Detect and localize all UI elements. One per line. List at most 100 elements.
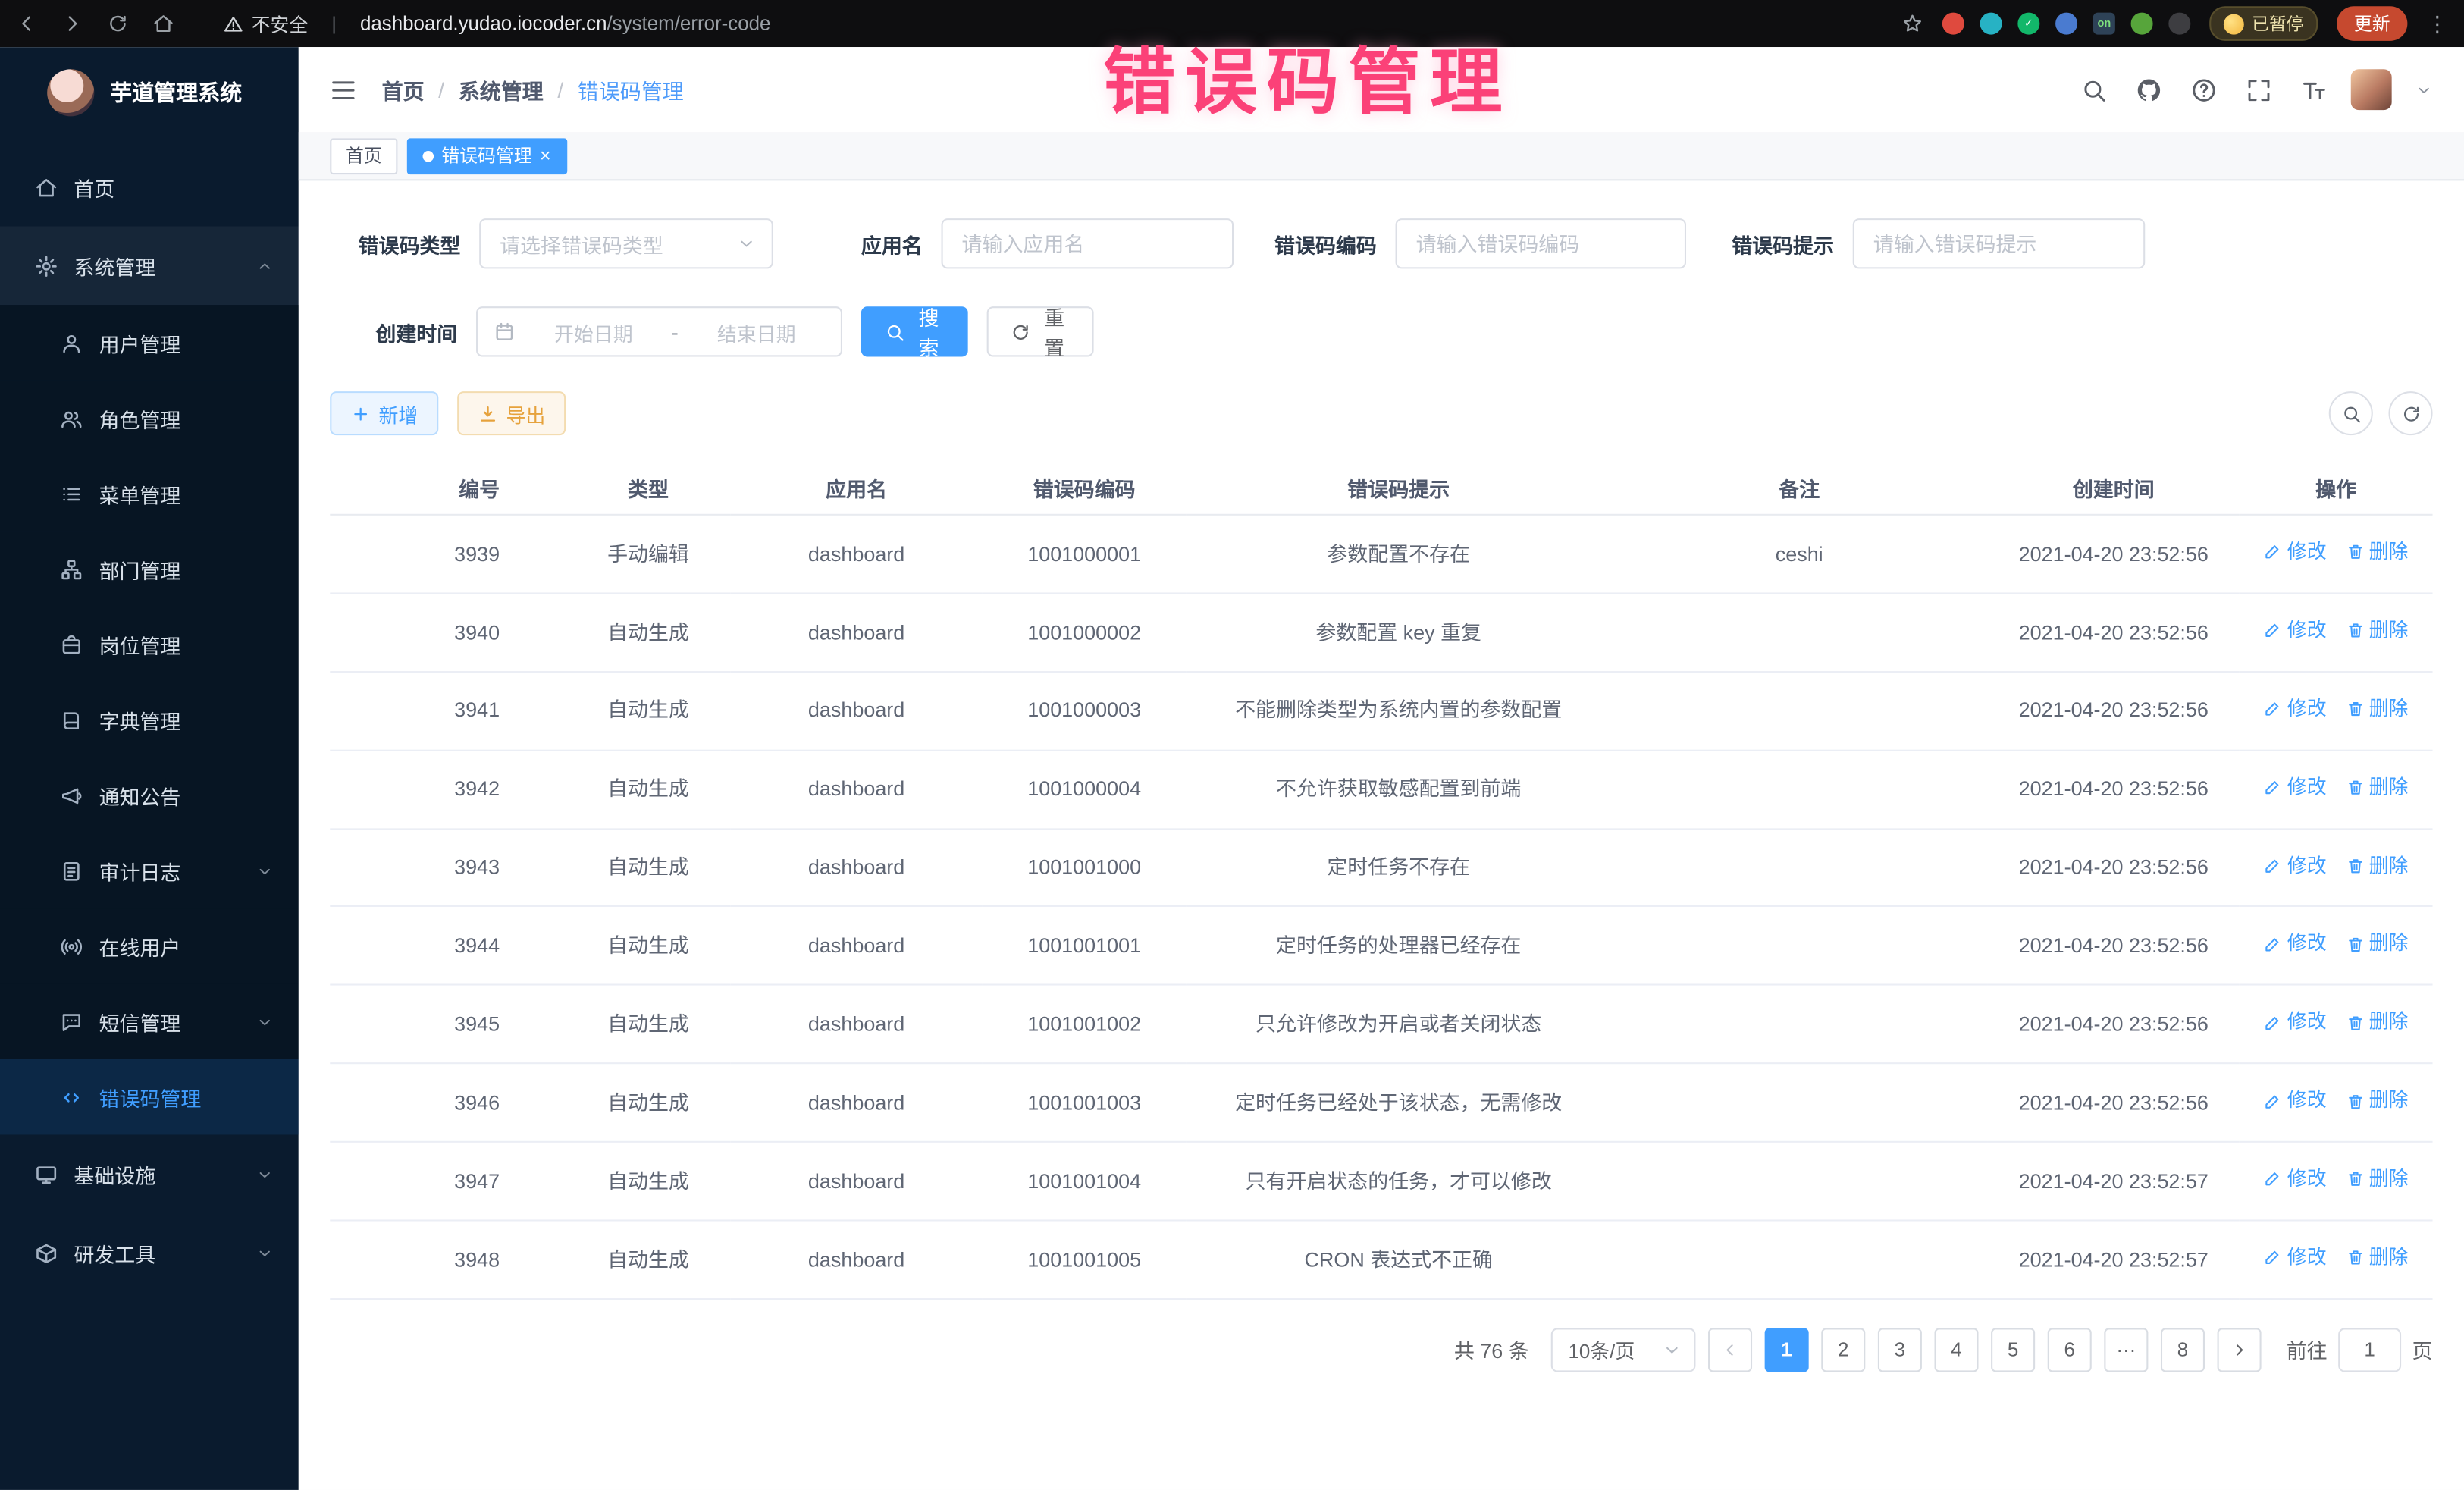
cell-actions: 修改删除 — [2240, 1142, 2433, 1220]
url-bar[interactable]: dashboard.yudao.iocoder.cn/system/error-… — [360, 13, 771, 35]
sidebar-item-user[interactable]: 用户管理 — [0, 305, 299, 380]
extension-dark-icon[interactable] — [2168, 13, 2190, 35]
extension-grass-icon[interactable] — [2131, 13, 2153, 35]
edit-link[interactable]: 修改 — [2264, 1086, 2327, 1115]
reset-button[interactable]: 重置 — [987, 306, 1094, 356]
pager-page-6[interactable]: 6 — [2048, 1328, 2092, 1372]
table-toolbar: 新增 导出 — [330, 391, 2432, 435]
delete-link[interactable]: 删除 — [2346, 1008, 2409, 1037]
delete-link[interactable]: 删除 — [2346, 773, 2409, 802]
github-icon[interactable] — [2136, 77, 2162, 103]
pager-page-8[interactable]: 8 — [2161, 1328, 2205, 1372]
edit-link[interactable]: 修改 — [2264, 538, 2327, 567]
sidebar-fold-icon[interactable] — [330, 77, 356, 103]
edit-link[interactable]: 修改 — [2264, 1165, 2327, 1194]
add-button[interactable]: 新增 — [330, 391, 438, 435]
chevron-down-icon[interactable] — [2415, 81, 2433, 99]
tab-close-icon[interactable]: × — [540, 146, 551, 165]
delete-link[interactable]: 删除 — [2346, 1243, 2409, 1272]
delete-link[interactable]: 删除 — [2346, 930, 2409, 959]
sidebar-item-online[interactable]: 在线用户 — [0, 908, 299, 983]
browser-back-icon[interactable] — [16, 13, 38, 35]
delete-link[interactable]: 删除 — [2346, 1086, 2409, 1115]
delete-link[interactable]: 删除 — [2346, 538, 2409, 567]
cell-actions: 修改删除 — [2240, 750, 2433, 828]
sidebar-item-infra[interactable]: 基础设施 — [0, 1134, 299, 1213]
cell-id: 3943 — [330, 828, 566, 906]
edit-icon — [2264, 1248, 2283, 1267]
edit-link[interactable]: 修改 — [2264, 1243, 2327, 1272]
error-code-input[interactable] — [1396, 218, 1686, 268]
sidebar-item-log[interactable]: 审计日志 — [0, 833, 299, 908]
goto-page-input[interactable] — [2338, 1328, 2401, 1372]
sidebar-item-badge[interactable]: 岗位管理 — [0, 607, 299, 682]
error-msg-input[interactable] — [1853, 218, 2146, 268]
date-range-picker[interactable]: 开始日期 - 结束日期 — [476, 306, 842, 356]
table-row: 3944自动生成dashboard1001001001定时任务的处理器已经存在2… — [330, 907, 2432, 985]
pager-page-5[interactable]: 5 — [1991, 1328, 2035, 1372]
delete-link[interactable]: 删除 — [2346, 851, 2409, 880]
tab-0[interactable]: 首页 — [330, 137, 397, 174]
edit-link[interactable]: 修改 — [2264, 616, 2327, 645]
pager-page-2[interactable]: 2 — [1821, 1328, 1865, 1372]
export-button[interactable]: 导出 — [457, 391, 566, 435]
chrome-menu-icon[interactable]: ⋮ — [2426, 13, 2448, 35]
tab-1[interactable]: 错误码管理× — [407, 137, 566, 174]
edit-link[interactable]: 修改 — [2264, 851, 2327, 880]
browser-forward-icon[interactable] — [61, 13, 83, 35]
extension-blue-icon[interactable] — [2055, 13, 2077, 35]
search-button[interactable]: 搜索 — [861, 306, 968, 356]
delete-link[interactable]: 删除 — [2346, 695, 2409, 724]
extension-teal-icon[interactable] — [1980, 13, 2002, 35]
toggle-search-button[interactable] — [2329, 391, 2373, 435]
pager-page-1[interactable]: 1 — [1765, 1328, 1809, 1372]
delete-link[interactable]: 删除 — [2346, 616, 2409, 645]
sidebar-item-megaphone[interactable]: 通知公告 — [0, 758, 299, 833]
edit-link[interactable]: 修改 — [2264, 1008, 2327, 1037]
question-icon[interactable] — [2190, 77, 2217, 103]
sidebar-item-label: 基础设施 — [74, 1159, 255, 1189]
emoji-avatar-icon — [2224, 14, 2244, 34]
error-type-select[interactable]: 请选择错误码类型 — [479, 218, 773, 268]
sidebar-logo[interactable]: 芋道管理系统 — [0, 47, 299, 138]
sidebar-item-tools[interactable]: 研发工具 — [0, 1213, 299, 1292]
edit-link[interactable]: 修改 — [2264, 930, 2327, 959]
sidebar-item-home[interactable]: 首页 — [0, 148, 299, 227]
security-indicator[interactable]: 不安全 — [223, 10, 308, 36]
prev-page-button[interactable] — [1708, 1328, 1752, 1372]
user-avatar[interactable] — [2351, 69, 2392, 110]
breadcrumb-item[interactable]: 系统管理 — [459, 74, 544, 105]
page-size-select[interactable]: 10条/页 — [1551, 1328, 1696, 1372]
sidebar-item-sms[interactable]: 短信管理 — [0, 984, 299, 1059]
breadcrumb-item[interactable]: 错误码管理 — [578, 74, 684, 105]
fullscreen-icon[interactable] — [2246, 77, 2272, 103]
sidebar-item-gear[interactable]: 系统管理 — [0, 226, 299, 305]
paused-badge[interactable]: 已暂停 — [2209, 6, 2318, 41]
next-page-button[interactable] — [2218, 1328, 2262, 1372]
update-button[interactable]: 更新 — [2337, 6, 2407, 41]
edit-link[interactable]: 修改 — [2264, 695, 2327, 724]
extension-on-icon[interactable]: on — [2093, 13, 2115, 35]
extension-red-icon[interactable] — [1942, 13, 1964, 35]
edit-link[interactable]: 修改 — [2264, 773, 2327, 802]
pager-page-3[interactable]: 3 — [1878, 1328, 1922, 1372]
extension-green-icon[interactable]: ✓ — [2017, 13, 2039, 35]
breadcrumb-item[interactable]: 首页 — [382, 74, 425, 105]
sidebar-item-org[interactable]: 部门管理 — [0, 532, 299, 607]
sidebar-item-list[interactable]: 菜单管理 — [0, 456, 299, 531]
sidebar-item-code[interactable]: 错误码管理 — [0, 1059, 299, 1134]
refresh-table-button[interactable] — [2389, 391, 2433, 435]
sidebar-item-users[interactable]: 角色管理 — [0, 381, 299, 456]
search-icon[interactable] — [2080, 77, 2107, 103]
app-name-input[interactable] — [942, 218, 1234, 268]
delete-link[interactable]: 删除 — [2346, 1165, 2409, 1194]
browser-home-icon[interactable] — [152, 13, 174, 35]
pager-more[interactable]: ··· — [2104, 1328, 2148, 1372]
edit-icon — [2264, 621, 2283, 640]
fontsize-icon[interactable] — [2300, 77, 2327, 103]
breadcrumb-separator: / — [557, 78, 563, 102]
browser-reload-icon[interactable] — [107, 13, 129, 35]
bookmark-star-icon[interactable] — [1901, 13, 1923, 35]
sidebar-item-book[interactable]: 字典管理 — [0, 682, 299, 758]
pager-page-4[interactable]: 4 — [1934, 1328, 1978, 1372]
